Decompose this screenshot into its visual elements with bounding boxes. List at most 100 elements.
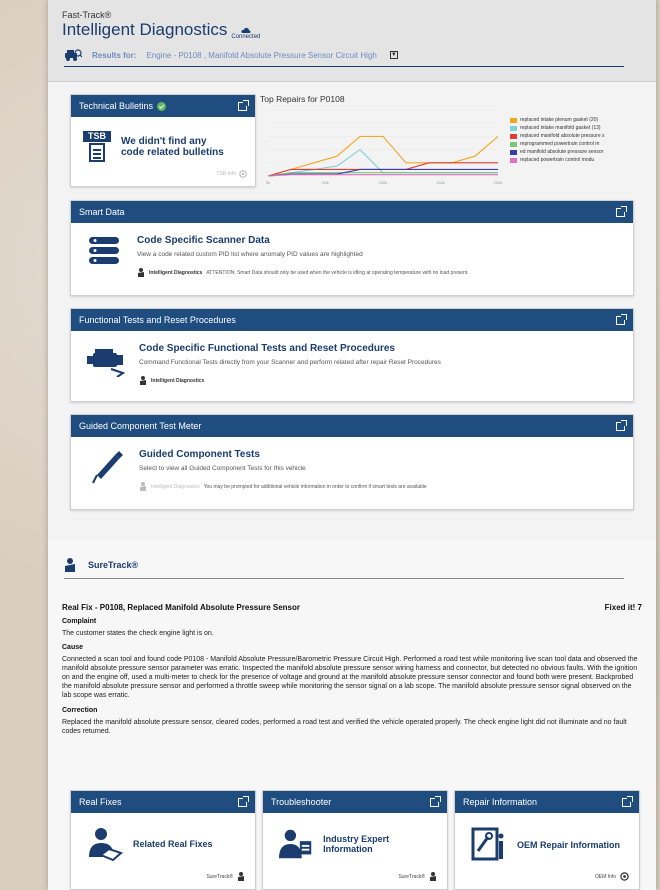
check-circle-icon <box>157 101 167 111</box>
functional-tests-header[interactable]: Functional Tests and Reset Procedures <box>71 309 633 331</box>
tsb-icon-text: TSB <box>83 131 111 142</box>
functional-tests-note-source: Intelligent Diagnostics <box>151 377 205 384</box>
app-screen: Fast-Track® Intelligent Diagnostics Conn… <box>48 0 656 890</box>
real-fixes-body: Related Real Fixes <box>71 813 255 861</box>
chart-legend-label: ed manifold absolute pressure sensor <box>520 149 604 155</box>
troubleshooter-card[interactable]: Troubleshooter Industry Expert Informati… <box>262 790 448 890</box>
functional-tests-title: Code Specific Functional Tests and Reset… <box>139 343 395 354</box>
chart-legend-swatch <box>510 149 517 155</box>
technical-bulletins-panel: Technical Bulletins TSB We didn't find a… <box>70 94 256 187</box>
guided-component-header-label: Guided Component Test Meter <box>79 421 202 431</box>
guided-component-body[interactable]: Guided Component Tests Select to view al… <box>71 437 633 491</box>
smart-data-note-text: ATTENTION: Smart Data should only be use… <box>206 269 469 276</box>
oem-info-icon <box>471 827 504 861</box>
expand-icon[interactable] <box>238 99 249 111</box>
results-value[interactable]: Engine - P0108 , Manifold Absolute Press… <box>146 51 376 60</box>
chart-legend-item[interactable]: ed manifold absolute pressure sensor <box>510 148 605 156</box>
page-title: Intelligent Diagnostics Connected <box>62 20 642 40</box>
scanner-data-icon <box>89 237 119 264</box>
smart-data-note: Intelligent Diagnostics ATTENTION: Smart… <box>137 268 469 277</box>
repair-information-body: OEM Repair Information <box>455 813 639 863</box>
results-dropdown-icon[interactable]: ▼ <box>389 51 398 59</box>
functional-tests-note: Intelligent Diagnostics <box>139 376 441 385</box>
bulletins-message: We didn't find any code related bulletin… <box>121 136 224 158</box>
expert-user-icon <box>279 829 312 859</box>
expand-icon[interactable] <box>622 795 633 807</box>
vehicle-search-icon <box>65 49 82 61</box>
oem-small-icon <box>620 872 629 881</box>
guided-component-panel: Guided Component Test Meter Guided Compo… <box>70 414 634 510</box>
bulletins-title: Technical Bulletins <box>79 101 154 111</box>
functional-tests-desc: Command Functional Tests directly from y… <box>139 359 441 366</box>
functional-tests-body[interactable]: Code Specific Functional Tests and Reset… <box>71 331 633 385</box>
real-fixes-header-label: Real Fixes <box>79 797 122 807</box>
fixed-it-count[interactable]: Fixed it! 7 <box>605 603 642 612</box>
chart-legend-swatch <box>510 125 517 131</box>
brand-small: Fast-Track® <box>62 10 112 20</box>
smart-data-title: Code Specific Scanner Data <box>137 235 270 246</box>
real-fix-title: Real Fix - P0108, Replaced Manifold Abso… <box>62 603 301 612</box>
test-probe-icon <box>92 451 123 484</box>
app-header: Fast-Track® Intelligent Diagnostics Conn… <box>48 0 656 82</box>
chart-legend-swatch <box>510 117 517 123</box>
chart-legend-item[interactable]: replaced manifold absolute pressure s <box>510 132 605 140</box>
connection-status: Connected <box>231 27 260 40</box>
troubleshooter-title: Industry Expert Information <box>323 833 390 854</box>
top-repairs-chart: Top Repairs for P0108 0k 50k 100k 150k 200k … <box>258 94 638 190</box>
suretrack-header: SureTrack® <box>64 558 624 579</box>
suretrack-logo-icon <box>65 558 75 572</box>
connected-label: Connected <box>231 34 261 40</box>
real-fixes-footer-label: SureTrack® <box>206 873 233 880</box>
bulletins-header[interactable]: Technical Bulletins <box>71 95 255 117</box>
repair-information-header-label: Repair Information <box>463 797 538 807</box>
suretrack-title: SureTrack® <box>88 560 139 570</box>
real-fixes-card[interactable]: Real Fixes Related Real Fixes SureTrack® <box>70 790 256 890</box>
real-fixes-header[interactable]: Real Fixes <box>71 791 255 813</box>
guided-component-header[interactable]: Guided Component Test Meter <box>71 415 633 437</box>
chart-plot: 0k 50k 100k 150k 200k <box>266 109 502 185</box>
troubleshooter-header[interactable]: Troubleshooter <box>263 791 447 813</box>
guided-component-note-text: You may be prompted for additional vehic… <box>203 483 427 490</box>
chart-legend-swatch <box>510 141 517 147</box>
tsb-small-icon <box>239 170 247 178</box>
repair-information-header[interactable]: Repair Information <box>455 791 639 813</box>
real-fix-title-row: Real Fix - P0108, Replaced Manifold Abso… <box>62 603 642 612</box>
bulletins-footer: TSB Info <box>217 170 247 178</box>
troubleshooter-body: Industry Expert Information <box>263 813 447 861</box>
chart-legend-swatch <box>510 133 517 139</box>
expand-icon[interactable] <box>430 795 441 807</box>
chart-legend: replaced intake plenum gasket (20) replac… <box>510 116 605 164</box>
chart-legend-item[interactable]: reprogrammed powertrain control m <box>510 140 605 148</box>
repair-information-card[interactable]: Repair Information OEM Repair Informatio… <box>454 790 640 890</box>
results-bar: Results for: Engine - P0108 , Manifold A… <box>64 48 624 67</box>
chart-legend-label: replaced powertrain control modu <box>520 157 595 163</box>
chart-legend-label: replaced intake plenum gasket (20) <box>520 117 599 123</box>
cloud-icon <box>241 27 251 33</box>
chart-legend-swatch <box>510 157 517 163</box>
smart-data-panel: Smart Data Code Specific Scanner Data Vi… <box>70 200 634 296</box>
bulletins-footer-label: TSB Info <box>216 171 236 177</box>
chart-legend-item[interactable]: replaced intake manifold gasket (13) <box>510 124 605 132</box>
guided-component-note: Intelligent Diagnostics You may be promp… <box>139 482 427 491</box>
chart-x-tick-label: 50k <box>322 180 328 185</box>
expand-icon[interactable] <box>616 205 627 217</box>
smart-data-body[interactable]: Code Specific Scanner Data View a code r… <box>71 223 633 277</box>
id-logo-icon <box>140 482 146 491</box>
chart-legend-item[interactable]: replaced intake plenum gasket (20) <box>510 116 605 124</box>
chart-legend-item[interactable]: replaced powertrain control modu <box>510 156 605 164</box>
smart-data-header[interactable]: Smart Data <box>71 201 633 223</box>
chart-x-tick-label: 150k <box>436 180 445 185</box>
repair-information-footer: OEM Info <box>595 872 629 881</box>
title-text: Intelligent Diagnostics <box>62 20 228 39</box>
smart-data-note-source: Intelligent Diagnostics <box>149 269 203 276</box>
functional-tests-panel: Functional Tests and Reset Procedures Co… <box>70 308 634 402</box>
expand-icon[interactable] <box>238 795 249 807</box>
expand-icon[interactable] <box>616 419 627 431</box>
suretrack-small-icon <box>238 872 244 881</box>
expand-icon[interactable] <box>616 313 627 325</box>
id-logo-icon <box>138 268 144 277</box>
smart-data-desc: View a code related custom PID list wher… <box>137 251 363 258</box>
guided-component-desc: Select to view all Guided Component Test… <box>139 465 306 472</box>
results-label: Results for: <box>92 50 137 60</box>
smart-data-header-label: Smart Data <box>79 207 125 217</box>
